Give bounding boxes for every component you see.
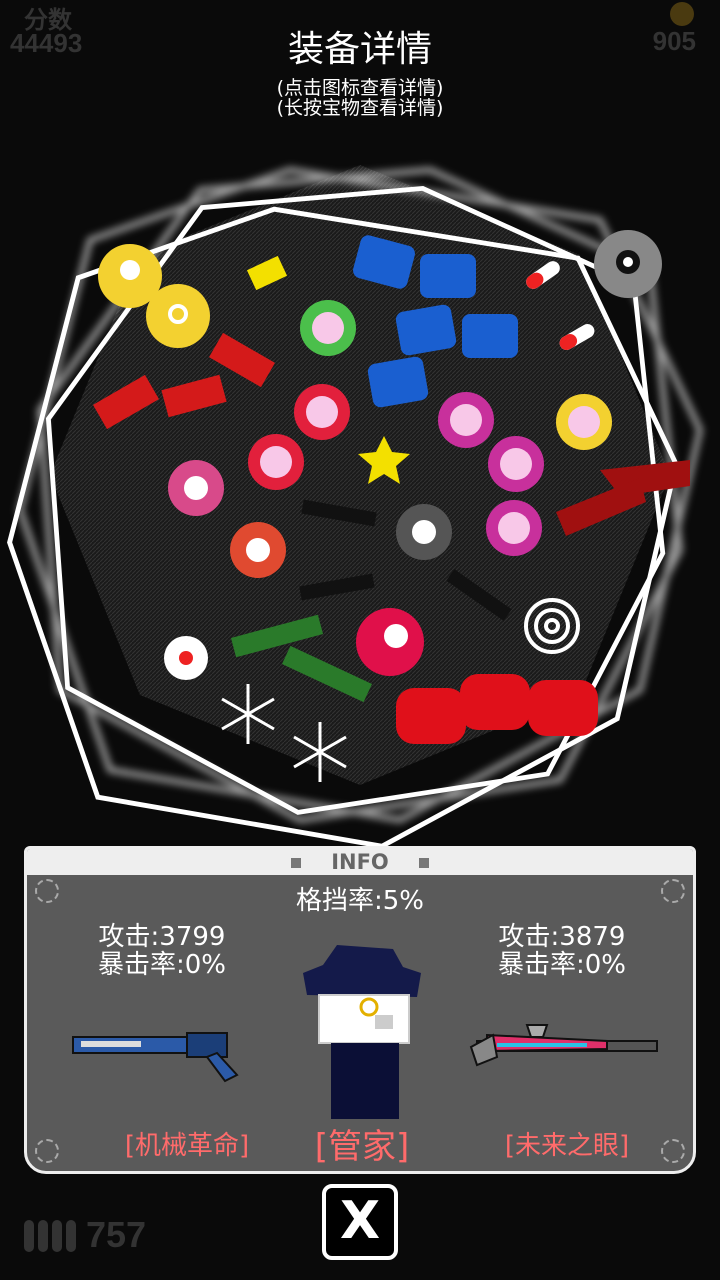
yellow-gear-icon[interactable] <box>556 394 612 450</box>
info-panel: INFO 格挡率:5% 攻击:3799 暴击率:0% 攻击:3879 暴击率:0… <box>24 846 696 1174</box>
right-weapon-crit: 暴击率:0% <box>497 950 626 980</box>
snowflake-icon[interactable] <box>221 684 347 782</box>
left-gun-icon[interactable] <box>67 1027 247 1087</box>
header-square-right <box>418 858 429 868</box>
treasure-items <box>0 0 720 850</box>
pink-ring-icon[interactable] <box>356 608 424 676</box>
left-weapon-crit: 暴击率:0% <box>97 950 226 980</box>
yellow-ring-icon[interactable] <box>146 284 210 348</box>
grey-ring-icon[interactable] <box>594 230 662 298</box>
left-weapon-name: [机械革命] <box>124 1131 250 1161</box>
character-name: [管家] <box>314 1127 410 1167</box>
red-hex-icon[interactable] <box>396 674 598 744</box>
block-rate: 格挡率:5% <box>295 886 424 916</box>
left-weapon-attack: 攻击:3799 <box>98 922 226 952</box>
right-gun-icon[interactable] <box>467 1017 667 1077</box>
info-header-label: INFO <box>331 850 389 874</box>
grey-gear-icon[interactable] <box>396 504 452 560</box>
header-square-left <box>291 858 302 868</box>
screw-icon <box>35 1139 59 1163</box>
butler-character[interactable] <box>303 945 427 1121</box>
info-header: INFO <box>27 849 693 875</box>
green-stick-icon[interactable] <box>230 614 373 703</box>
right-weapon-stats: 攻击:3879 暴击率:0% <box>467 923 657 979</box>
capsule-icon[interactable] <box>523 258 562 291</box>
right-weapon-attack: 攻击:3879 <box>498 922 626 952</box>
yellow-block-icon[interactable] <box>246 255 288 291</box>
white-gear-icon[interactable] <box>164 636 208 680</box>
ammo-icon <box>22 1210 80 1252</box>
blue-block-icon[interactable] <box>351 234 518 409</box>
left-weapon-stats: 攻击:3799 暴击率:0% <box>67 923 257 979</box>
pink-gear-icon[interactable] <box>168 384 544 578</box>
right-weapon-name: [未来之眼] <box>504 1131 630 1161</box>
wing-icon[interactable] <box>556 460 690 536</box>
close-button[interactable]: X <box>322 1184 398 1260</box>
star-icon[interactable] <box>358 436 410 484</box>
green-gear-icon[interactable] <box>300 300 356 356</box>
ammo-count: 757 <box>86 1214 147 1255</box>
spiral-icon[interactable] <box>524 598 580 654</box>
capsule-icon[interactable] <box>557 321 597 352</box>
